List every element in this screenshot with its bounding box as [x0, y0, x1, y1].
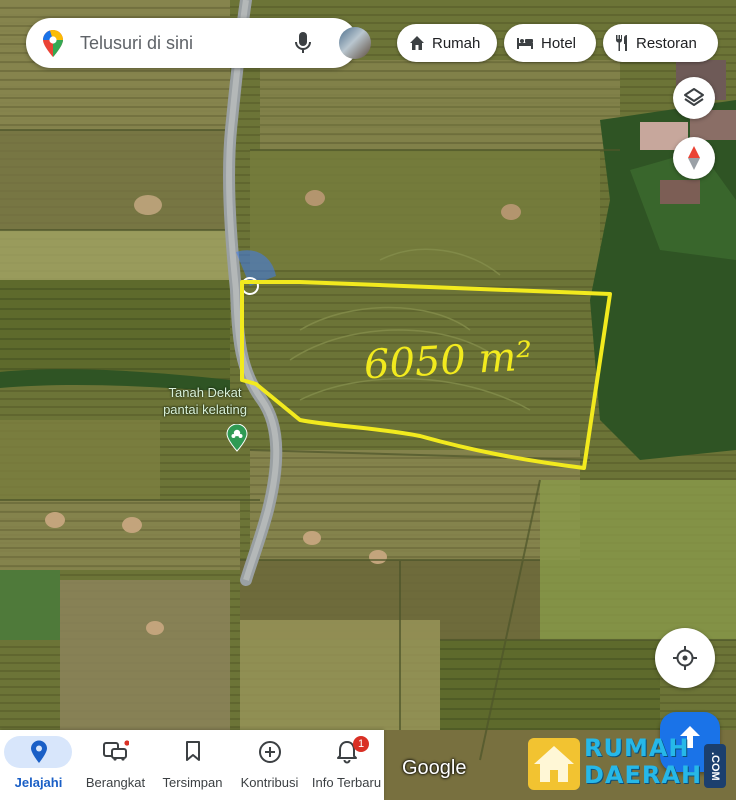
chip-label: Hotel — [541, 34, 577, 52]
chip-label: Restoran — [636, 34, 697, 52]
chip-restoran[interactable]: Restoran — [603, 24, 718, 62]
nav-jelajahi[interactable]: Jelajahi — [0, 730, 77, 800]
maps-pin-logo — [43, 30, 63, 57]
watermark: RUMAH DAERAH .COM — [528, 734, 728, 794]
search-bar[interactable]: Telusuri di sini — [26, 18, 371, 68]
compass-button[interactable] — [673, 137, 715, 179]
nav-kontribusi[interactable]: Kontribusi — [231, 730, 308, 800]
bottom-nav: Jelajahi Berangkat Tersimpan Kontribusi … — [0, 730, 384, 800]
compass-icon — [688, 146, 700, 170]
nav-tersimpan[interactable]: Tersimpan — [154, 730, 231, 800]
nav-label: Berangkat — [85, 775, 146, 790]
nav-label: Jelajahi — [14, 775, 63, 790]
poi-label-line2: pantai kelating — [163, 402, 247, 417]
my-location-button[interactable] — [655, 628, 715, 688]
fork-knife-icon — [616, 35, 627, 51]
layers-icon — [684, 88, 704, 106]
home-icon — [410, 36, 424, 50]
chip-rumah[interactable]: Rumah — [397, 24, 497, 62]
my-location-icon — [673, 646, 697, 670]
avatar[interactable] — [339, 27, 371, 59]
explore-pin-icon — [30, 740, 47, 763]
nav-label: Tersimpan — [162, 775, 223, 790]
search-input[interactable]: Telusuri di sini — [80, 33, 193, 54]
commute-icon — [102, 740, 129, 761]
layers-button[interactable] — [673, 77, 715, 119]
watermark-suffix: .COM — [704, 744, 726, 788]
notification-badge: 1 — [353, 736, 369, 752]
google-logo: Google — [402, 757, 467, 779]
nav-label: Info Terbaru — [311, 775, 382, 790]
chip-label: Rumah — [432, 34, 481, 52]
nav-berangkat[interactable]: Berangkat — [77, 730, 154, 800]
house-logo-icon — [528, 738, 580, 790]
chip-hotel[interactable]: Hotel — [504, 24, 596, 62]
watermark-line2: DAERAH — [584, 761, 703, 789]
area-annotation: 6050 m² — [362, 333, 534, 389]
poi-label[interactable]: Tanah Dekat pantai kelating — [150, 384, 260, 418]
watermark-line1: RUMAH — [584, 734, 690, 762]
bed-icon — [517, 38, 533, 49]
satellite-map[interactable] — [0, 0, 736, 800]
park-icon[interactable] — [226, 424, 248, 452]
bookmark-icon — [185, 741, 200, 761]
nav-label: Kontribusi — [240, 775, 299, 790]
add-circle-icon — [258, 741, 281, 763]
nav-info-terbaru[interactable]: 1 Info Terbaru — [308, 730, 385, 800]
poi-label-line1: Tanah Dekat — [168, 385, 242, 400]
microphone-icon[interactable] — [294, 31, 312, 55]
